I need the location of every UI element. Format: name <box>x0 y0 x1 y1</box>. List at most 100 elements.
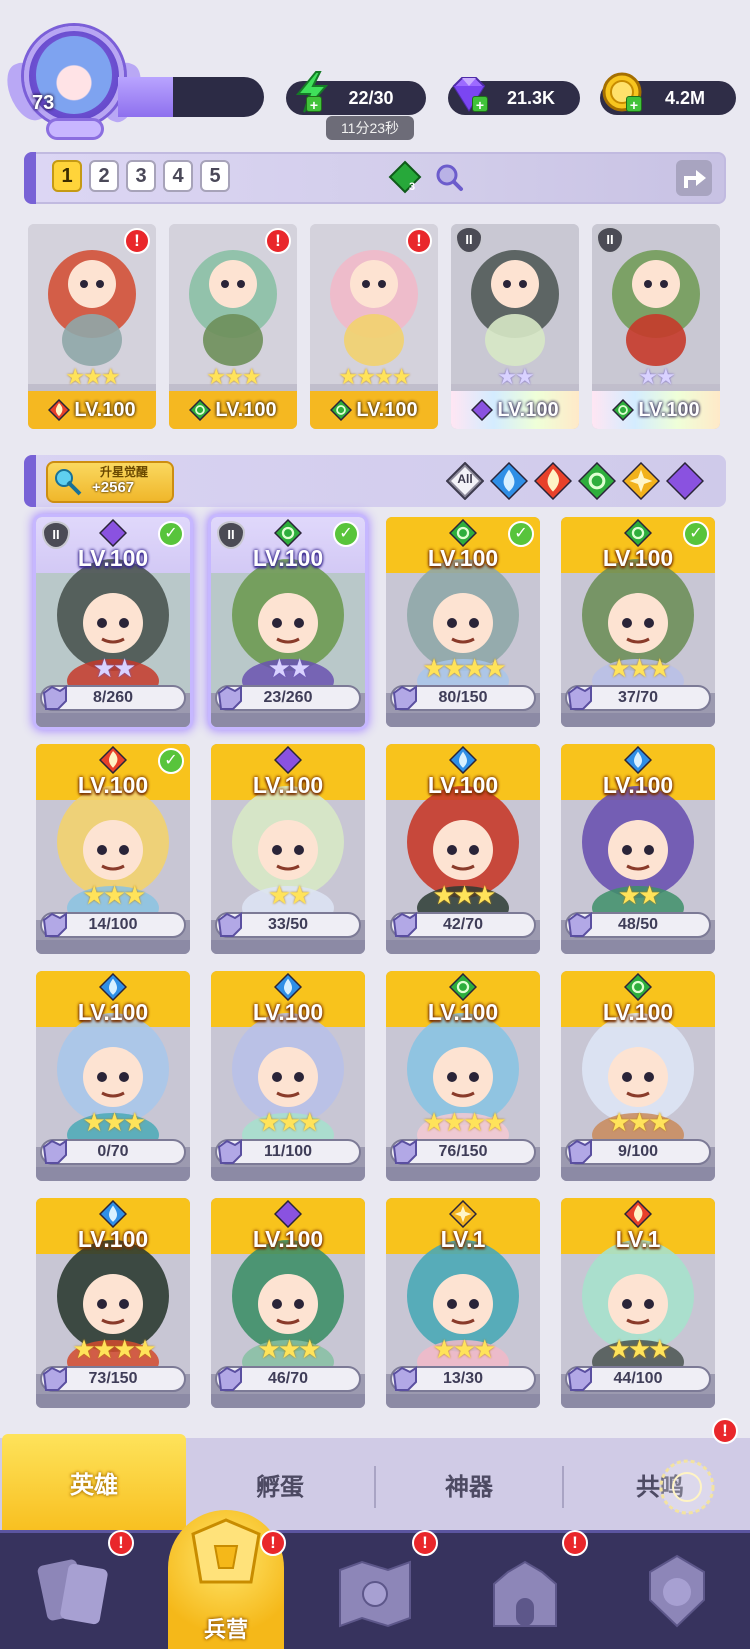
hero-element <box>273 972 303 1002</box>
check-icon: ✓ <box>333 521 359 547</box>
hero-card[interactable]: LV.100 ★★★★ 76/150 <box>386 971 540 1181</box>
hero-level: LV.100 <box>252 772 324 798</box>
hero-card[interactable]: LV.100 ★★★ 11/100 <box>211 971 365 1181</box>
check-icon: ✓ <box>683 521 709 547</box>
hero-card[interactable]: LV.1 ★★★ 13/30 <box>386 1198 540 1408</box>
awaken-label: 升星觉醒 <box>100 465 149 479</box>
hero-level: LV.100 <box>252 999 324 1025</box>
hero-card[interactable]: LV.100 ★★★ 14/100 ✓ <box>36 744 190 954</box>
hero-element <box>623 972 653 1002</box>
team-hero-card[interactable]: ★★ LV.100 II <box>451 224 579 429</box>
team-hero-card[interactable]: ★★★★ LV.100 ! <box>310 224 438 429</box>
shard-progress-bar: 73/150 <box>40 1366 186 1392</box>
hero-card[interactable]: LV.100 ★★★ 0/70 <box>36 971 190 1181</box>
shard-progress-bar: 8/260 <box>40 685 186 711</box>
resonance-icon[interactable] <box>656 1456 718 1518</box>
star-icon: ★ <box>442 1107 466 1137</box>
nature-element-icon <box>330 398 353 422</box>
shard-progress-text: 13/30 <box>442 1370 484 1387</box>
hero-card-base <box>211 713 365 727</box>
team-tab-2[interactable]: 2 <box>89 160 119 192</box>
team-hero-level: LV.100 <box>310 391 438 429</box>
hero-card[interactable]: LV.100 ★★ 33/50 <box>211 744 365 954</box>
team-hero-card[interactable]: ★★★ LV.100 ! <box>169 224 297 429</box>
star-rating: ★★★★ <box>310 364 438 390</box>
element-balance-icon[interactable]: 3 <box>388 160 422 194</box>
barracks-icon[interactable] <box>181 1512 271 1602</box>
star-rating: ★★★ <box>561 1334 715 1365</box>
hero-card[interactable]: LV.100 ★★★ 9/100 <box>561 971 715 1181</box>
filter-nature[interactable] <box>577 461 617 501</box>
hero-card-base <box>211 940 365 954</box>
water-element-icon <box>273 972 303 1002</box>
shard-progress-bar: 14/100 <box>40 912 186 938</box>
hero-card-base <box>36 1167 190 1181</box>
nature-element-icon <box>448 972 478 1002</box>
star-rating: ★★★ <box>386 1334 540 1365</box>
gold-plus-icon[interactable]: + <box>626 96 642 113</box>
team-hero-card[interactable]: ★★★ LV.100 ! <box>28 224 156 429</box>
team-hero-card[interactable]: ★★ LV.100 II <box>592 224 720 429</box>
hero-shard-icon <box>42 1139 67 1164</box>
team-tab-4[interactable]: 4 <box>163 160 193 192</box>
filter-dark[interactable] <box>665 461 705 501</box>
hero-card-base <box>386 713 540 727</box>
star-icon: ★ <box>607 1334 631 1364</box>
hero-card[interactable]: LV.100 ★★ 8/260 ✓ II <box>36 517 190 727</box>
shard-progress-bar: 23/260 <box>215 685 361 711</box>
hero-alert-badge: ! <box>265 228 291 254</box>
hero-shard-icon <box>217 1139 242 1164</box>
key-icon <box>55 469 82 496</box>
castle-icon[interactable] <box>480 1548 570 1638</box>
dark-filter-icon <box>665 461 705 501</box>
hero-card[interactable]: LV.100 ★★★ 46/70 <box>211 1198 365 1408</box>
energy-timer: 11分23秒 <box>326 116 414 140</box>
hero-level: LV.100 <box>77 1226 149 1252</box>
star-icon: ★ <box>638 880 661 910</box>
star-rating: ★★★★ <box>386 1107 540 1138</box>
hero-card[interactable]: LV.100 ★★★★ 73/150 <box>36 1198 190 1408</box>
search-icon[interactable] <box>434 162 464 192</box>
guild-icon[interactable] <box>632 1548 722 1638</box>
star-icon: ★ <box>92 653 116 683</box>
hero-card-base <box>386 1394 540 1408</box>
filter-fire[interactable] <box>533 461 573 501</box>
hero-card-base <box>211 1167 365 1181</box>
star-icon: ★ <box>72 1334 95 1364</box>
hero-card[interactable]: LV.100 ★★★ 37/70 ✓ <box>561 517 715 727</box>
filter-all[interactable]: All <box>445 461 485 501</box>
team-tab-1[interactable]: 1 <box>52 160 82 192</box>
hero-card[interactable]: LV.100 ★★ 23/260 ✓ II <box>211 517 365 727</box>
filter-water[interactable] <box>489 461 529 501</box>
team-bar-accent <box>24 152 36 204</box>
hero-card[interactable]: LV.100 ★★ 48/50 <box>561 744 715 954</box>
star-rating: ★★★★ <box>386 653 540 684</box>
team-tab-5[interactable]: 5 <box>200 160 230 192</box>
dark-element-icon <box>471 398 494 422</box>
energy-plus-icon[interactable]: + <box>306 96 322 113</box>
nature-element-icon <box>612 398 635 422</box>
star-icon: ★ <box>473 1334 496 1364</box>
star-icon: ★ <box>648 1334 671 1364</box>
hero-card[interactable]: LV.1 ★★★ 44/100 <box>561 1198 715 1408</box>
filter-light[interactable] <box>621 461 661 501</box>
star-icon: ★ <box>483 653 506 683</box>
hero-card[interactable]: LV.100 ★★★★ 80/150 ✓ <box>386 517 540 727</box>
cards-alert-badge: ! <box>108 1530 134 1556</box>
team-hero-level: LV.100 <box>451 391 579 429</box>
tab-hero[interactable]: 英雄 <box>2 1434 186 1530</box>
share-button[interactable] <box>674 158 714 198</box>
fire-element-icon <box>48 398 71 422</box>
hero-shard-icon <box>217 912 242 937</box>
hero-shard-icon <box>567 1366 592 1391</box>
hero-card[interactable]: LV.100 ★★★ 42/70 <box>386 744 540 954</box>
cards-icon[interactable] <box>30 1548 120 1638</box>
hero-card-base <box>36 940 190 954</box>
map-icon[interactable] <box>330 1548 420 1638</box>
hero-card-base <box>561 940 715 954</box>
star-rating: ★★★ <box>386 880 540 911</box>
star-icon: ★ <box>452 880 476 910</box>
team-tab-3[interactable]: 3 <box>126 160 156 192</box>
gem-plus-icon[interactable]: + <box>472 96 488 113</box>
tab-artifact[interactable]: 神器 <box>376 1438 562 1530</box>
